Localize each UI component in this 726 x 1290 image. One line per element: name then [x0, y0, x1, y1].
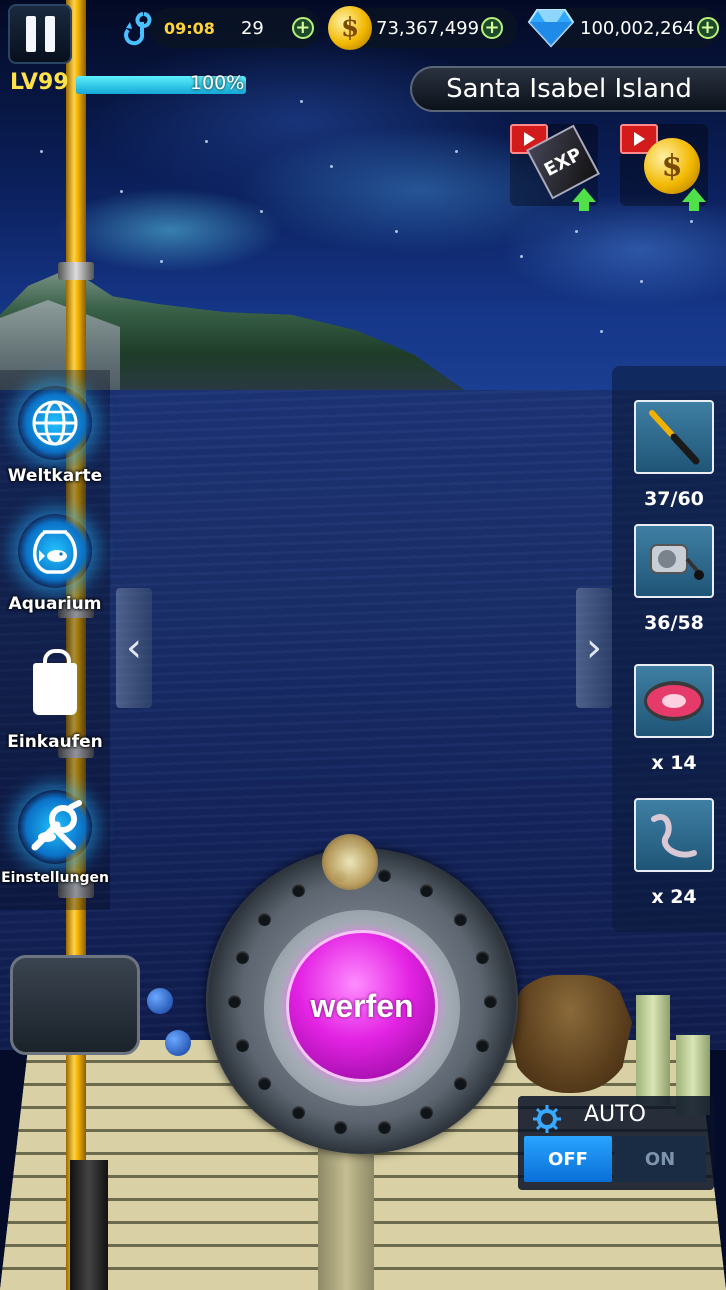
rod-guide [58, 262, 94, 280]
inventory-slot-line[interactable]: x 14 [634, 664, 714, 774]
scroll-left-button[interactable]: ‹ [116, 588, 152, 708]
menu-label: Einkaufen [7, 732, 103, 752]
dock-beam [318, 1140, 374, 1290]
gold-coin-icon: $ [328, 6, 372, 50]
inventory-slot-reel[interactable]: 36/58 [634, 524, 714, 634]
auto-label: AUTO [584, 1102, 646, 1127]
worm-bait-icon [634, 798, 714, 872]
auto-off-toggle[interactable]: OFF [524, 1136, 612, 1182]
cast-button[interactable]: werfen [286, 930, 438, 1082]
auto-settings-icon [533, 1105, 561, 1133]
up-arrow-icon [682, 188, 706, 211]
clock-text: 09:08 [164, 18, 215, 38]
menu-item-einstellungen[interactable]: Einstellungen [0, 790, 110, 886]
housing-bolt [476, 1038, 490, 1052]
scroll-right-button[interactable]: › [576, 588, 612, 708]
housing-bolt [378, 868, 392, 882]
bait-count: 29 [240, 17, 264, 39]
add-gems-button[interactable]: + [696, 17, 719, 39]
menu-item-einkaufen[interactable]: Einkaufen [0, 649, 110, 752]
bamboo-post [636, 995, 670, 1105]
diamond-icon [527, 9, 575, 48]
inventory-count: x 14 [651, 752, 697, 774]
housing-bolt [257, 912, 271, 926]
video-exp-boost-button[interactable]: EXP [510, 124, 600, 211]
up-arrow-icon [572, 188, 596, 211]
menu-label: Aquarium [8, 594, 102, 614]
menu-label: Weltkarte [7, 466, 103, 486]
bait-counter: 09:08 29 + [150, 8, 320, 48]
gem-amount: 100,002,264 [580, 17, 695, 39]
reel-icon [634, 524, 714, 598]
gold-boost-icon: $ [644, 138, 700, 194]
add-gold-button[interactable]: + [481, 17, 504, 39]
housing-bolt [454, 912, 468, 926]
settings-icon [18, 790, 92, 864]
inventory-slot-bait[interactable]: x 24 [634, 798, 714, 908]
fishing-rod-icon [634, 400, 714, 474]
menu-item-weltkarte[interactable]: Weltkarte [0, 386, 110, 486]
globe-icon [18, 386, 92, 460]
housing-bolt [235, 951, 249, 965]
coconut-pot [508, 975, 632, 1093]
inventory-count: x 24 [651, 886, 697, 908]
housing-bolt [292, 884, 305, 898]
housing-bolt [420, 1105, 433, 1119]
pause-icon [44, 16, 55, 52]
rod-handle [70, 1160, 108, 1290]
pause-button[interactable] [8, 4, 72, 64]
housing-bolt [454, 1077, 468, 1091]
housing-bolt [235, 1038, 249, 1052]
reel-knob-icon [165, 1030, 191, 1056]
video-gold-boost-button[interactable]: $ [620, 124, 708, 211]
shopping-bag-icon [18, 649, 92, 726]
housing-bolt [484, 995, 497, 1008]
add-bait-button[interactable]: + [291, 17, 314, 39]
inventory-slot-rod[interactable]: 37/60 [634, 400, 714, 510]
fishing-reel [10, 955, 191, 1056]
fishbowl-icon [18, 514, 92, 588]
inventory-count: 36/58 [644, 612, 704, 634]
gold-amount: 73,367,499 [376, 17, 480, 39]
fishing-line-spool-icon [634, 664, 714, 738]
pause-icon [25, 16, 36, 52]
location-title: Santa Isabel Island [410, 66, 726, 112]
housing-bolt [228, 995, 241, 1008]
level-label: LV99 [10, 70, 69, 95]
inventory-count: 37/60 [644, 488, 704, 510]
housing-bolt [333, 1121, 347, 1135]
reel-knob-icon [147, 988, 173, 1014]
housing-bolt [292, 1105, 305, 1119]
chevron-right-icon: › [586, 625, 602, 671]
housing-bolt [378, 1121, 392, 1135]
exp-percent: 100% [190, 72, 245, 94]
cast-indicator-light [322, 834, 378, 890]
housing-bolt [420, 884, 433, 898]
housing-bolt [476, 951, 490, 965]
auto-fishing-panel: AUTO OFF ON [518, 1096, 714, 1190]
chevron-left-icon: ‹ [126, 625, 142, 671]
housing-bolt [257, 1077, 271, 1091]
auto-on-toggle[interactable]: ON [614, 1136, 706, 1182]
menu-item-aquarium[interactable]: Aquarium [0, 514, 110, 614]
menu-label: Einstellungen [1, 870, 109, 886]
